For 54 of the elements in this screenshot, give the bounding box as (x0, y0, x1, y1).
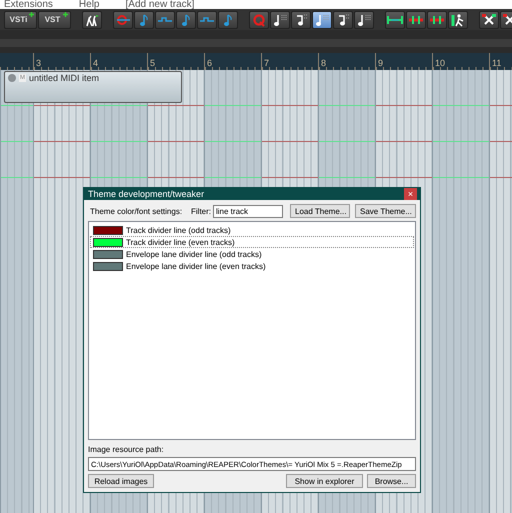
measure-number: 3 (35, 58, 42, 68)
note-icon[interactable] (176, 10, 196, 28)
close-button[interactable]: × (404, 188, 417, 200)
path-label: Image resource path: (88, 445, 165, 454)
note-grid-icon[interactable] (312, 10, 332, 28)
color-swatch[interactable] (93, 226, 123, 234)
settings-label: Theme color/font settings: (90, 206, 182, 216)
split-icon[interactable] (427, 10, 447, 28)
measure-number: 7 (263, 58, 270, 68)
color-swatch[interactable] (93, 262, 123, 270)
item-title: untitled MIDI item (29, 74, 100, 83)
measure-number: 4 (92, 58, 98, 68)
measure-number: 11 (491, 58, 502, 68)
menu-item[interactable]: Help (78, 0, 100, 9)
reload-images-button[interactable]: Reload images (88, 474, 154, 488)
filter-field[interactable]: line track (213, 204, 283, 218)
color-swatch[interactable] (93, 238, 123, 246)
quantize-icon[interactable] (113, 10, 133, 28)
note-icon[interactable] (134, 10, 154, 28)
split-icon[interactable] (406, 10, 426, 28)
list-item[interactable]: Track divider line (even tracks) (90, 236, 414, 248)
measure-number: 5 (149, 58, 156, 68)
tied-notes-icon[interactable] (197, 10, 217, 28)
plus-icon (29, 12, 34, 16)
note-icon[interactable] (218, 10, 238, 28)
list-item[interactable]: Envelope lane divider line (odd tracks) (90, 248, 414, 260)
load-theme-button[interactable]: Load Theme... (290, 204, 350, 218)
beamed-note-icon[interactable] (291, 10, 311, 28)
measure-number: 9 (377, 58, 384, 68)
toolbar-button[interactable]: VSTi (4, 10, 37, 28)
figure-icon[interactable] (448, 10, 468, 28)
beamed-note-icon[interactable] (333, 10, 353, 28)
note-grid-icon[interactable] (354, 10, 374, 28)
walking-figures-icon[interactable] (82, 10, 102, 28)
browse-button[interactable]: Browse... (367, 474, 416, 488)
list-item[interactable]: Track divider line (odd tracks) (90, 224, 414, 236)
measure-number: 8 (320, 58, 326, 68)
measure-number: 6 (206, 58, 212, 68)
list-item[interactable]: Envelope lane divider line (even tracks) (90, 260, 414, 272)
save-theme-button[interactable]: Save Theme... (355, 204, 416, 218)
cut-icon[interactable] (479, 10, 499, 28)
toolbar-button[interactable]: VST (38, 10, 71, 28)
tied-notes-icon[interactable] (155, 10, 175, 28)
filter-label: Filter: (191, 206, 211, 216)
show-in-explorer-button[interactable]: Show in explorer (286, 474, 363, 488)
quantize-icon[interactable] (249, 10, 269, 28)
plus-icon (63, 12, 68, 16)
note-grid-icon[interactable] (270, 10, 290, 28)
menu-item[interactable]: Extensions (4, 0, 53, 9)
measure-number: 10 (434, 58, 446, 68)
span-icon[interactable] (385, 10, 405, 28)
color-swatch[interactable] (93, 250, 123, 258)
menu-item[interactable]: [Add new track] (126, 0, 194, 9)
window-title: Theme development/tweaker (88, 189, 204, 199)
